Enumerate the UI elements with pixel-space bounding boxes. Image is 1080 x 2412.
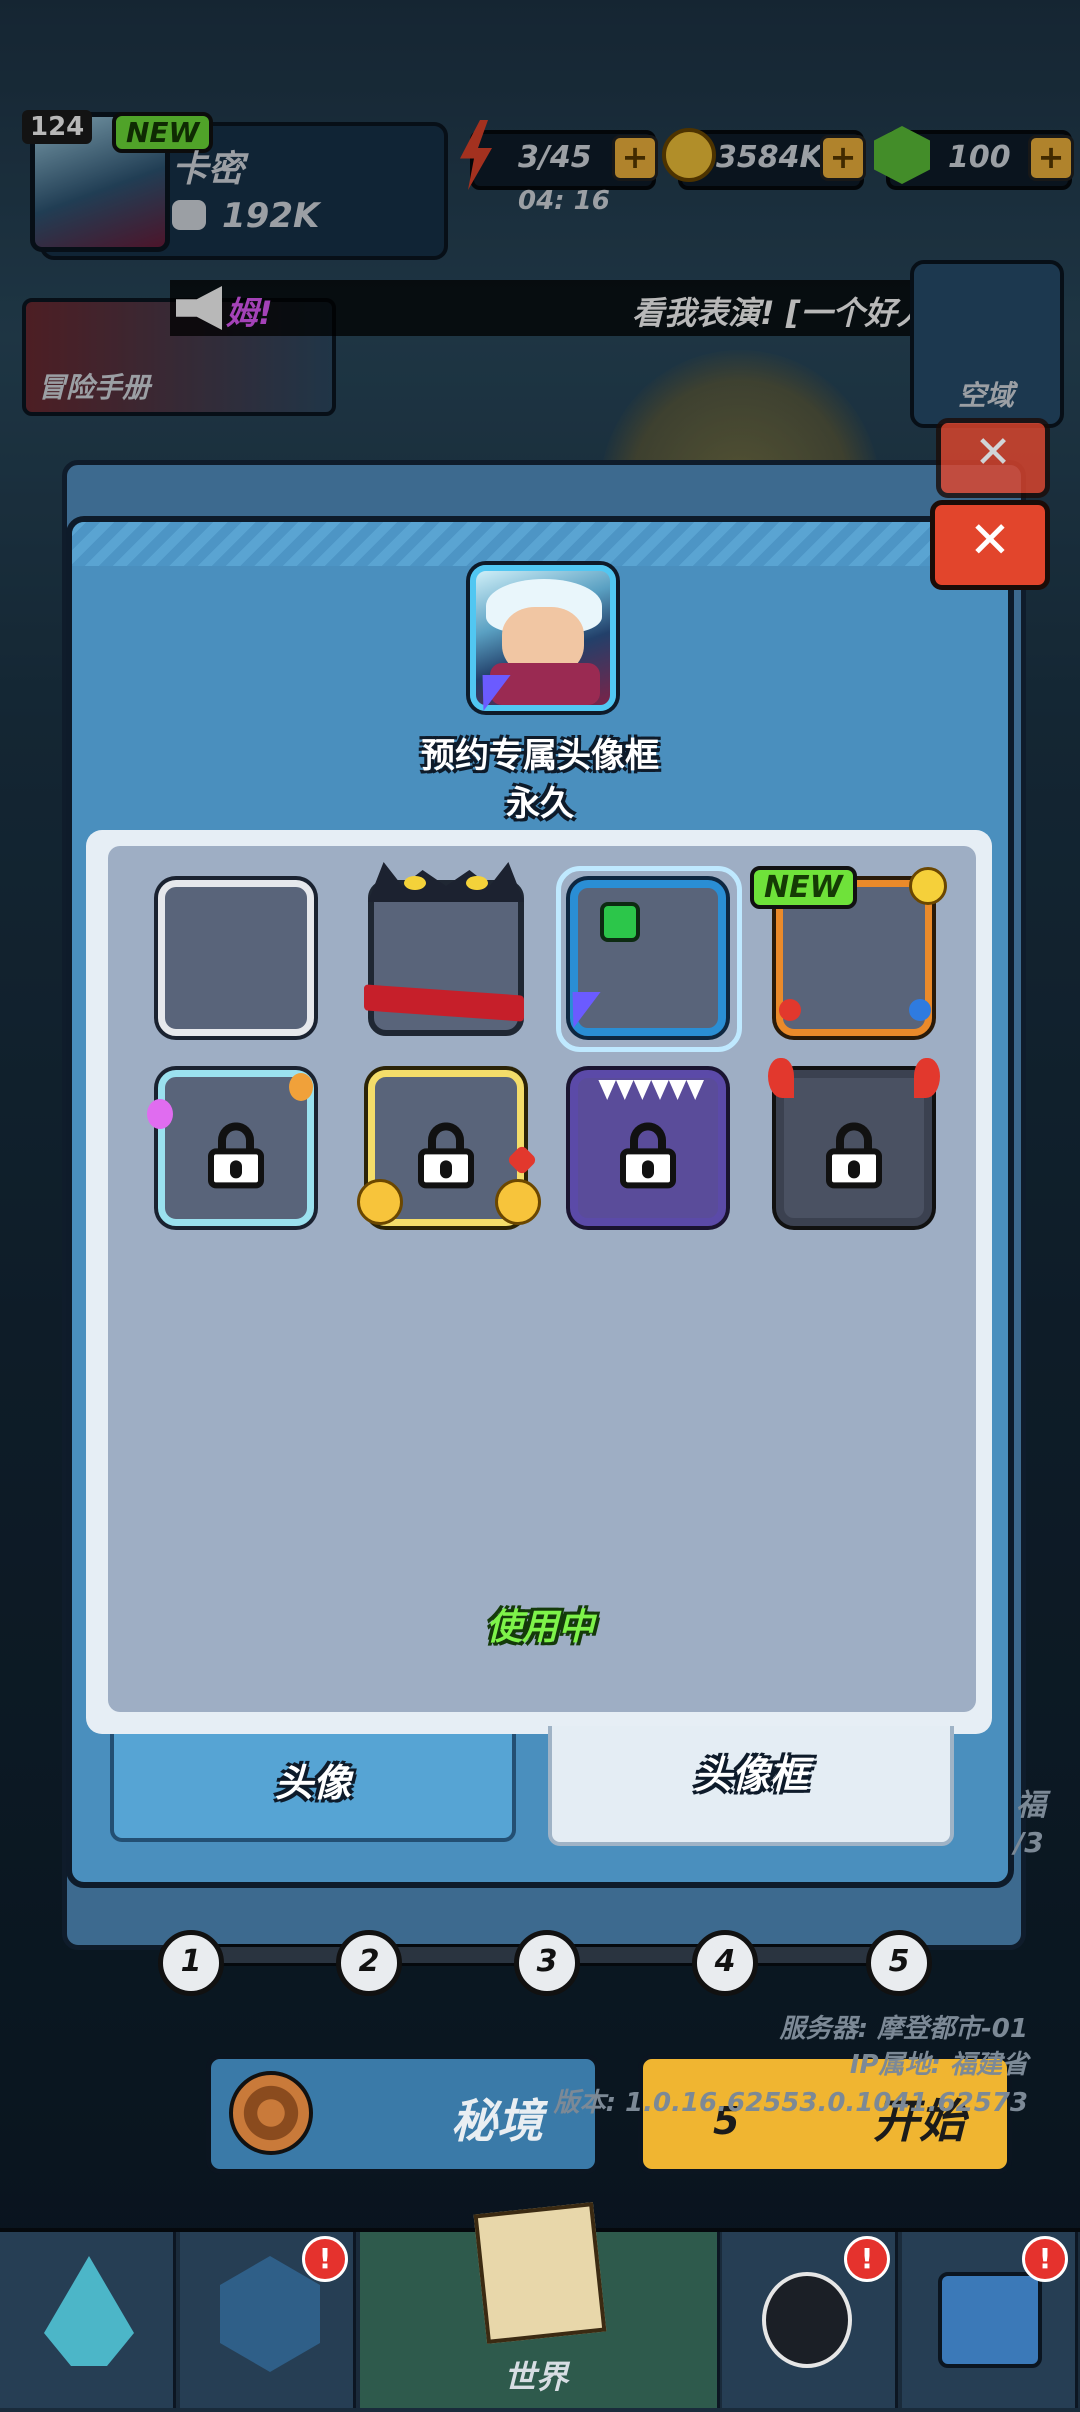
- ip-location: IP属地: 福建省: [849, 2050, 1028, 2080]
- character-icon: [762, 2272, 852, 2368]
- nav-heroes[interactable]: [0, 2232, 176, 2408]
- frame-purple-monster[interactable]: [570, 1070, 726, 1226]
- selected-frame-name: 预约专属头像框: [421, 736, 659, 776]
- hand-left: [357, 1179, 403, 1225]
- lock-icon: [826, 1122, 882, 1189]
- in-use-status: 使用中: [485, 1607, 594, 1648]
- frame-horned-demon[interactable]: [768, 1058, 940, 1226]
- secret-realm-label: 秘境: [451, 2094, 543, 2148]
- selected-frame-preview: [469, 565, 616, 711]
- horn-left: [768, 1058, 794, 1098]
- crystal-icon: [44, 2256, 134, 2366]
- tab-avatar[interactable]: 头像: [110, 1734, 516, 1842]
- lock-icon: [418, 1122, 474, 1189]
- demon-eye-right: [466, 876, 488, 890]
- server-name: 服务器: 摩登都市-01: [779, 2014, 1028, 2044]
- balloon-pink: [147, 1099, 173, 1129]
- nav-events[interactable]: !: [722, 2232, 898, 2408]
- shop-alert-dot: !: [1022, 2236, 1068, 2282]
- events-alert-dot: !: [844, 2236, 890, 2282]
- hand-right: [495, 1179, 541, 1225]
- frame-balloon[interactable]: [147, 1070, 314, 1226]
- chest-icon: [938, 2272, 1042, 2368]
- person-icon: [600, 902, 640, 942]
- frame-default[interactable]: [158, 880, 314, 1036]
- frame-heart-hands[interactable]: [357, 1070, 541, 1226]
- version-info: 版本: 1.0.16.62553.0.1041.62573: [553, 2088, 1028, 2118]
- lock-icon: [620, 1122, 676, 1189]
- popup-header-pattern: [72, 522, 1008, 566]
- selected-frame-duration: 永久: [506, 784, 574, 824]
- nav-shop[interactable]: !: [902, 2232, 1078, 2408]
- red-ribbon: [364, 984, 524, 1022]
- secret-realm-button[interactable]: 秘境: [206, 2054, 600, 2174]
- tab-avatar-frame[interactable]: 头像框: [548, 1726, 954, 1846]
- monster-teeth: [594, 1080, 704, 1100]
- map-icon: [473, 2202, 607, 2344]
- target-icon: [229, 2071, 313, 2155]
- joystick-blue: [909, 999, 931, 1021]
- frame-reservation[interactable]: [559, 880, 726, 1036]
- guild-alert-dot: !: [302, 2236, 348, 2282]
- stage-4[interactable]: 4: [692, 1930, 758, 1996]
- stage-1[interactable]: 1: [158, 1930, 224, 1996]
- nav-world[interactable]: 世界: [360, 2202, 720, 2408]
- close-back-button[interactable]: ✕: [936, 418, 1050, 498]
- frame-demon-eyes[interactable]: [364, 862, 524, 1036]
- joystick-red: [779, 999, 801, 1021]
- shield-icon: [220, 2256, 320, 2372]
- coin-slot-icon: [909, 867, 947, 905]
- close-button[interactable]: ✕: [930, 500, 1050, 590]
- demon-eye-left: [404, 876, 426, 890]
- nav-guild[interactable]: !: [180, 2232, 356, 2408]
- lock-icon: [208, 1122, 264, 1189]
- stage-5[interactable]: 5: [866, 1930, 932, 1996]
- stage-2[interactable]: 2: [336, 1930, 402, 1996]
- side-right-count: /3: [1014, 1826, 1044, 1859]
- frame-new-badge: NEW: [750, 866, 857, 909]
- side-right-label: 福: [1016, 1788, 1046, 1823]
- stage-3[interactable]: 3: [514, 1930, 580, 1996]
- balloon-orange: [289, 1073, 313, 1101]
- nav-world-label: 世界: [504, 2358, 569, 2396]
